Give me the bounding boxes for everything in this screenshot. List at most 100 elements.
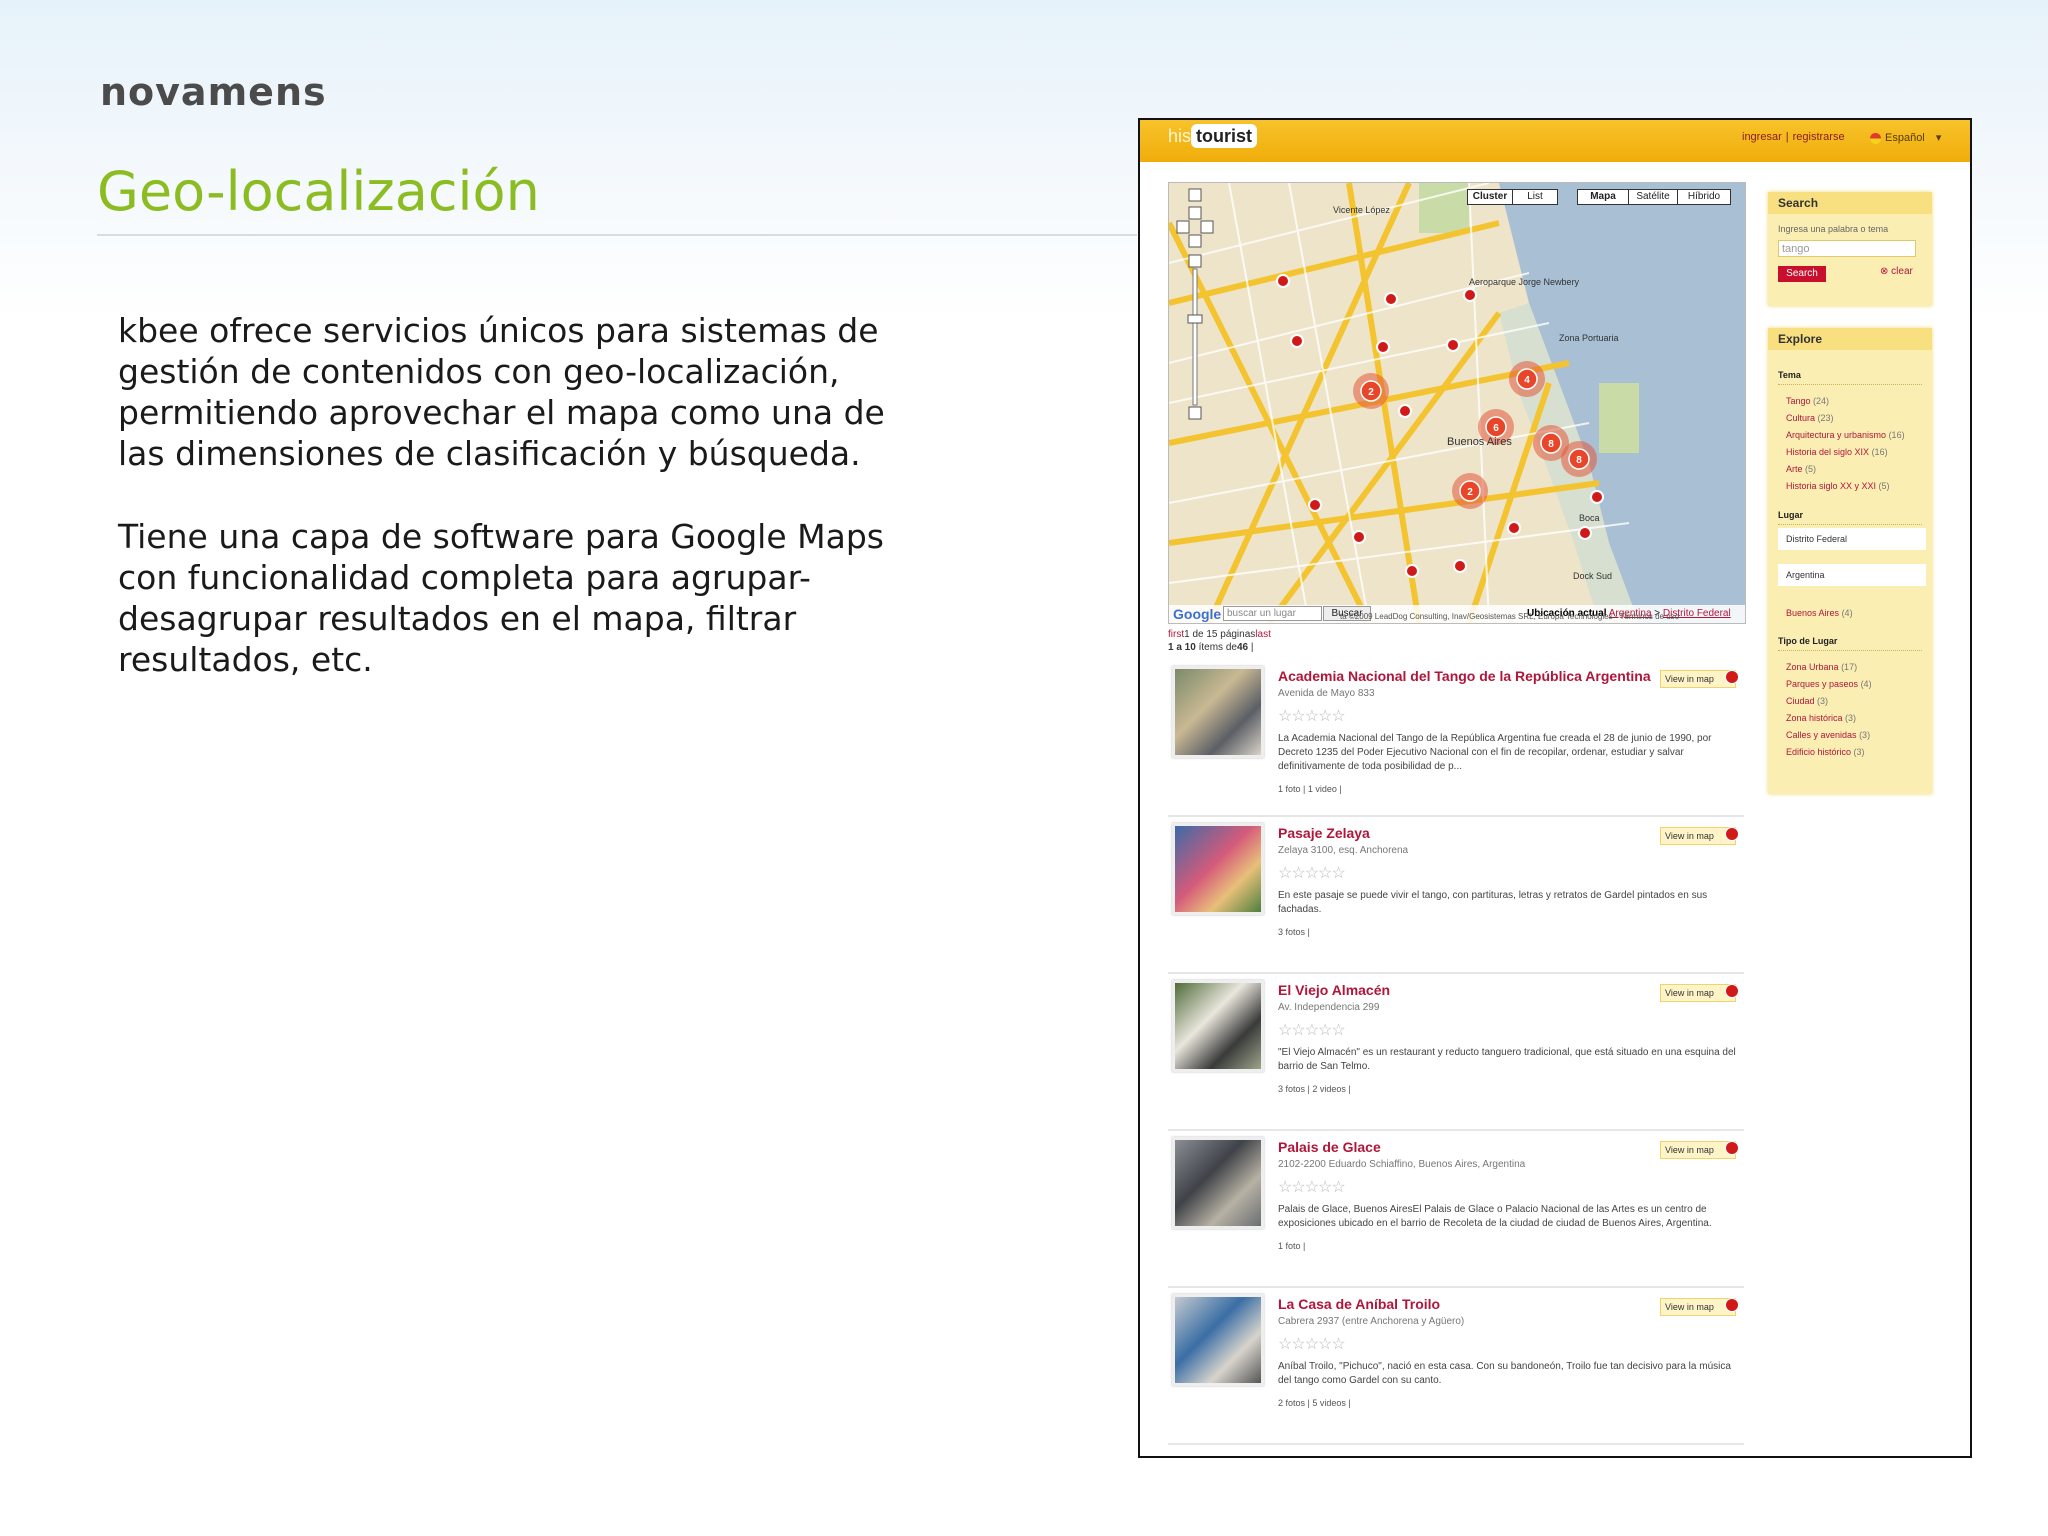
tema-link[interactable]: Historia del siglo XIX (16) bbox=[1786, 447, 1888, 457]
result-thumbnail[interactable] bbox=[1172, 1137, 1264, 1229]
search-input[interactable]: tango bbox=[1778, 240, 1916, 257]
cluster-count[interactable]: 6 bbox=[1493, 423, 1499, 434]
lugar-link[interactable]: Buenos Aires (4) bbox=[1786, 608, 1853, 618]
rating-stars[interactable]: ☆☆☆☆☆ bbox=[1278, 1334, 1346, 1354]
result-description: "El Viejo Almacén" es un restaurant y re… bbox=[1278, 1047, 1736, 1072]
cluster-count[interactable]: 8 bbox=[1576, 455, 1582, 466]
map-search-input[interactable]: buscar un lugar bbox=[1223, 606, 1322, 621]
tipo-link[interactable]: Zona Urbana (17) bbox=[1786, 662, 1857, 672]
tipo-count: (3) bbox=[1845, 713, 1857, 723]
title-divider bbox=[97, 234, 1137, 236]
slide-title: Geo-localización bbox=[97, 160, 540, 223]
view-in-map-button[interactable]: View in map bbox=[1660, 1298, 1739, 1316]
tema-count: (24) bbox=[1813, 396, 1830, 406]
result-media-info[interactable]: 1 foto | 1 video | bbox=[1278, 784, 1342, 794]
tipo-link[interactable]: Edificio histórico (3) bbox=[1786, 747, 1865, 757]
view-in-map-button[interactable]: View in map bbox=[1660, 984, 1739, 1002]
search-button[interactable]: Search bbox=[1778, 266, 1826, 282]
last-page-link[interactable]: last bbox=[1255, 629, 1271, 640]
company-logo: novamens bbox=[100, 70, 327, 114]
items-range: 1 a 10 bbox=[1168, 642, 1196, 653]
map-canvas: 2 4 6 8 8 2 Vicente López Buenos Aires Z… bbox=[1169, 183, 1745, 623]
tema-count: (5) bbox=[1805, 464, 1817, 474]
spain-flag-icon bbox=[1870, 132, 1881, 144]
result-thumbnail[interactable] bbox=[1172, 980, 1264, 1072]
map-pin-icon bbox=[1725, 1141, 1739, 1155]
result-item[interactable]: Academia Nacional del Tango de la Repúbl… bbox=[1168, 660, 1744, 817]
satellite-type-button[interactable]: Satélite bbox=[1628, 189, 1678, 205]
rating-stars[interactable]: ☆☆☆☆☆ bbox=[1278, 706, 1346, 726]
tipo-link[interactable]: Zona histórica (3) bbox=[1786, 713, 1856, 723]
rating-stars[interactable]: ☆☆☆☆☆ bbox=[1278, 863, 1346, 883]
hybrid-type-button[interactable]: Híbrido bbox=[1677, 189, 1731, 205]
result-thumbnail[interactable] bbox=[1172, 1294, 1264, 1386]
map-pin-icon bbox=[1725, 984, 1739, 998]
cluster-count[interactable]: 4 bbox=[1524, 375, 1530, 386]
tipo-link[interactable]: Parques y paseos (4) bbox=[1786, 679, 1872, 689]
tipo-label: Calles y avenidas bbox=[1786, 730, 1857, 740]
clear-label: clear bbox=[1891, 266, 1913, 277]
result-item[interactable]: Pasaje Zelaya Zelaya 3100, esq. Anchoren… bbox=[1168, 817, 1744, 974]
tipo-link[interactable]: Calles y avenidas (3) bbox=[1786, 730, 1870, 740]
register-link[interactable]: registrarse bbox=[1789, 129, 1849, 145]
view-in-map-label: View in map bbox=[1665, 1145, 1714, 1155]
language-select[interactable]: Español ▾ bbox=[1870, 131, 1941, 144]
result-item[interactable]: Palais de Glace 2102-2200 Eduardo Schiaf… bbox=[1168, 1131, 1744, 1288]
cluster-count[interactable]: 2 bbox=[1368, 387, 1374, 398]
result-address: 2102-2200 Eduardo Schiaffino, Buenos Air… bbox=[1278, 1159, 1526, 1170]
result-media-info[interactable]: 3 fotos | bbox=[1278, 927, 1310, 937]
body-paragraph-2: Tiene una capa de software para Google M… bbox=[118, 517, 884, 679]
cluster-count[interactable]: 8 bbox=[1548, 439, 1554, 450]
tema-count: (5) bbox=[1878, 481, 1890, 491]
clear-button[interactable]: ⊗ clear bbox=[1880, 266, 1913, 277]
result-thumbnail[interactable] bbox=[1172, 666, 1264, 758]
map-copyright: ta ©2009 LeadDog Consulting, Inav/Geosis… bbox=[1340, 612, 1680, 621]
rating-stars[interactable]: ☆☆☆☆☆ bbox=[1278, 1020, 1346, 1040]
tema-link[interactable]: Arquitectura y urbanismo (16) bbox=[1786, 430, 1905, 440]
view-in-map-button[interactable]: View in map bbox=[1660, 827, 1739, 845]
tema-label: Historia siglo XX y XXI bbox=[1786, 481, 1877, 491]
map-pin-icon bbox=[1725, 670, 1739, 684]
tema-count: (16) bbox=[1871, 447, 1888, 457]
view-in-map-label: View in map bbox=[1665, 988, 1714, 998]
result-title[interactable]: Academia Nacional del Tango de la Repúbl… bbox=[1278, 668, 1651, 684]
rating-stars[interactable]: ☆☆☆☆☆ bbox=[1278, 1177, 1346, 1197]
cluster-count[interactable]: 2 bbox=[1467, 487, 1473, 498]
result-media-info[interactable]: 1 foto | bbox=[1278, 1241, 1305, 1251]
language-label: Español bbox=[1885, 132, 1925, 144]
first-page-link[interactable]: first bbox=[1168, 629, 1184, 640]
result-item[interactable]: El Viejo Almacén Av. Independencia 299 ☆… bbox=[1168, 974, 1744, 1131]
app-logo[interactable]: his tourist bbox=[1168, 124, 1258, 148]
tema-link[interactable]: Cultura (23) bbox=[1786, 413, 1834, 423]
lugar-filter-box[interactable]: Argentina bbox=[1778, 564, 1926, 586]
result-item[interactable]: La Casa de Aníbal Troilo Cabrera 2937 (e… bbox=[1168, 1288, 1744, 1445]
tema-label: Arte bbox=[1786, 464, 1803, 474]
map-pin-icon bbox=[1725, 827, 1739, 841]
tema-link[interactable]: Arte (5) bbox=[1786, 464, 1816, 474]
result-thumbnail[interactable] bbox=[1172, 823, 1264, 915]
login-link[interactable]: ingresar bbox=[1738, 129, 1786, 145]
result-media-info[interactable]: 2 fotos | 5 videos | bbox=[1278, 1398, 1351, 1408]
view-in-map-button[interactable]: View in map bbox=[1660, 670, 1739, 688]
view-in-map-label: View in map bbox=[1665, 1302, 1714, 1312]
result-title[interactable]: Palais de Glace bbox=[1278, 1139, 1381, 1155]
explore-panel-title: Explore bbox=[1768, 328, 1932, 350]
lugar-filter-box[interactable]: Distrito Federal bbox=[1778, 528, 1926, 550]
tipo-link[interactable]: Ciudad (3) bbox=[1786, 696, 1828, 706]
result-address: Avenida de Mayo 833 bbox=[1278, 688, 1375, 699]
result-media-info[interactable]: 3 fotos | 2 videos | bbox=[1278, 1084, 1351, 1094]
tema-link[interactable]: Tango (24) bbox=[1786, 396, 1829, 406]
tema-link[interactable]: Historia siglo XX y XXI (5) bbox=[1786, 481, 1890, 491]
map-type-button[interactable]: Mapa bbox=[1577, 189, 1629, 205]
result-title[interactable]: El Viejo Almacén bbox=[1278, 982, 1390, 998]
map[interactable]: 2 4 6 8 8 2 Vicente López Buenos Aires Z… bbox=[1168, 182, 1746, 624]
tema-count: (23) bbox=[1817, 413, 1834, 423]
result-title[interactable]: La Casa de Aníbal Troilo bbox=[1278, 1296, 1440, 1312]
list-view-button[interactable]: List bbox=[1512, 189, 1558, 205]
tema-heading: Tema bbox=[1778, 370, 1801, 380]
cluster-view-button[interactable]: Cluster bbox=[1467, 189, 1513, 205]
result-title[interactable]: Pasaje Zelaya bbox=[1278, 825, 1370, 841]
chevron-down-icon: ▾ bbox=[1935, 132, 1942, 144]
view-in-map-button[interactable]: View in map bbox=[1660, 1141, 1739, 1159]
result-description: La Academia Nacional del Tango de la Rep… bbox=[1278, 733, 1712, 772]
